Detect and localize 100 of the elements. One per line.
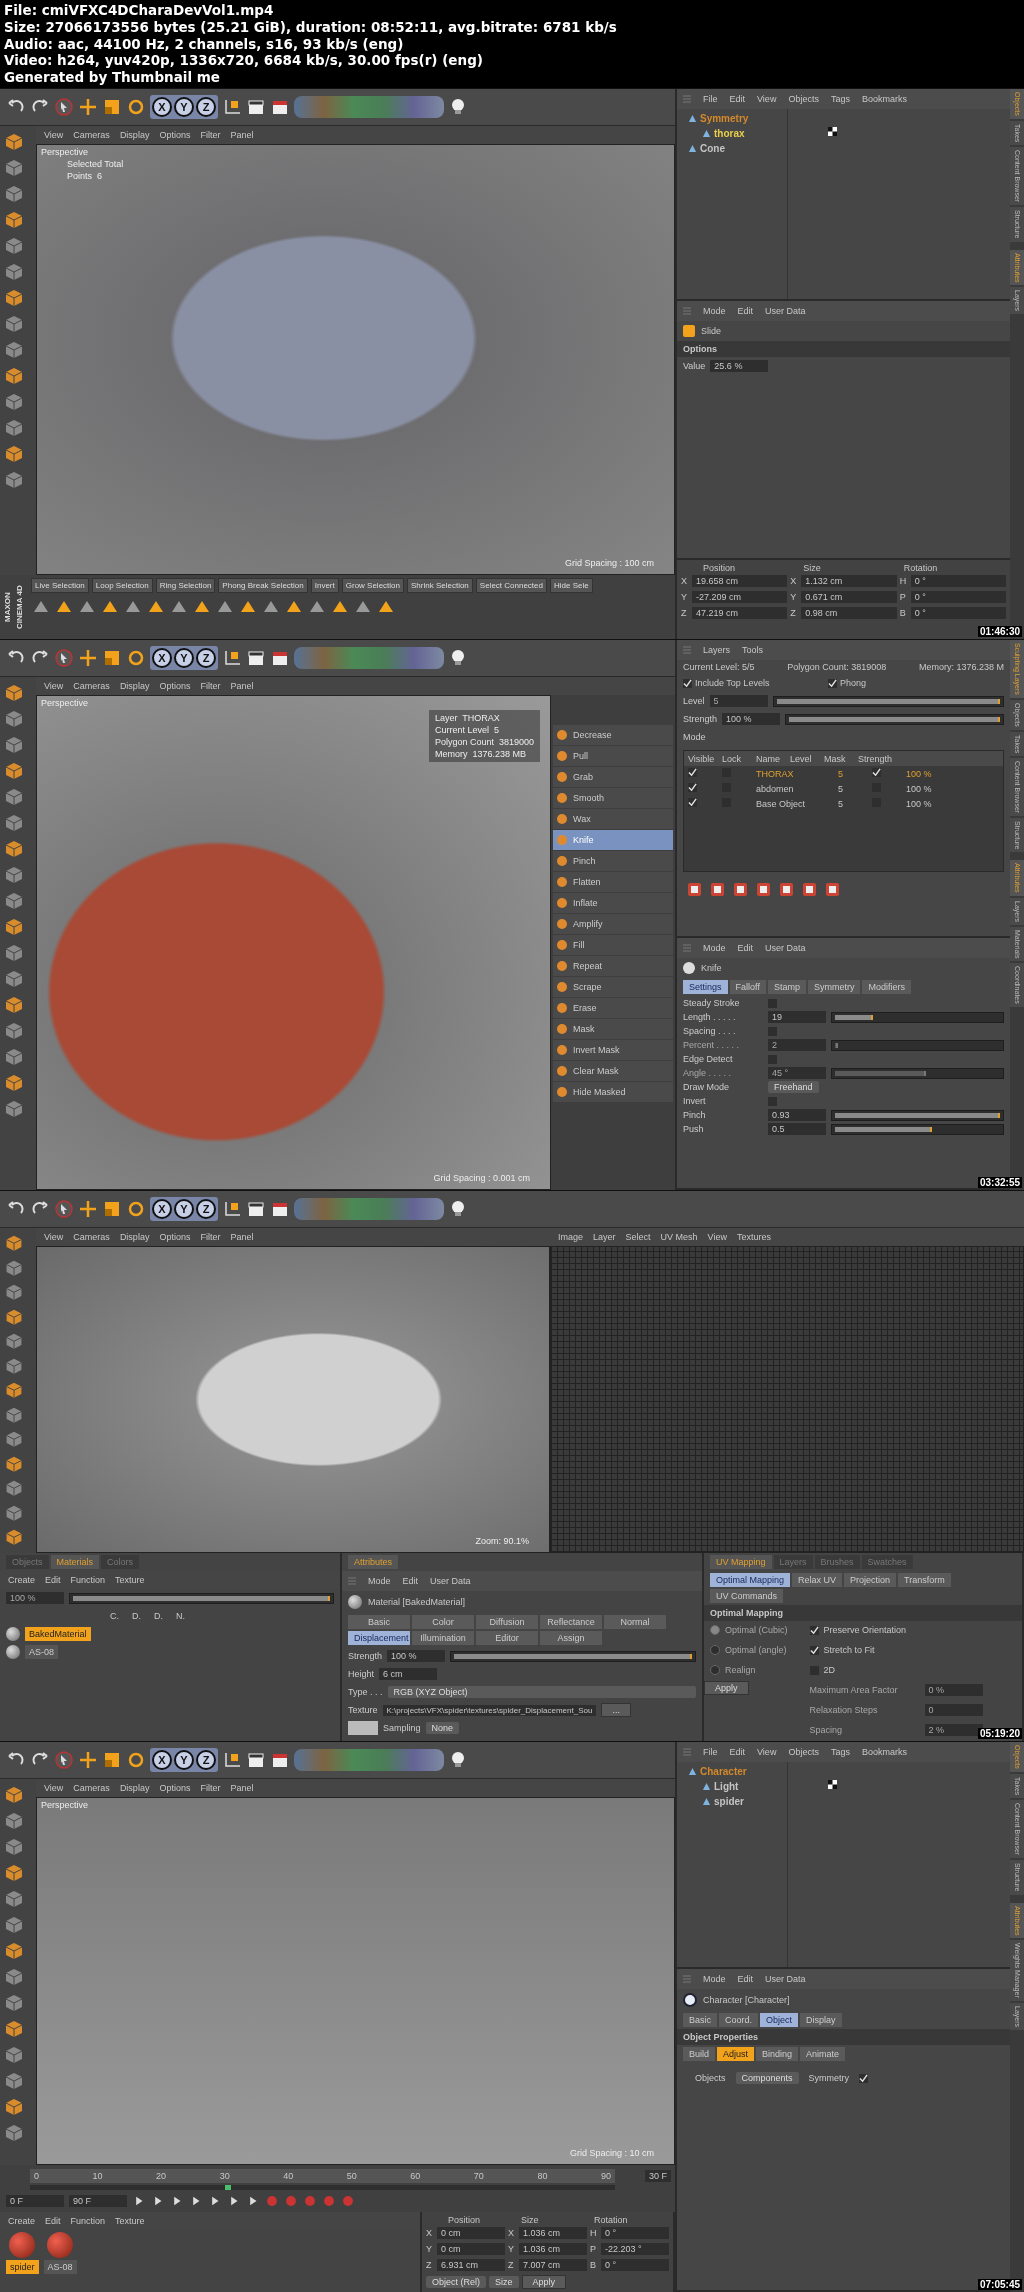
rotation-field[interactable]: 0 ° xyxy=(910,607,1006,619)
record-key-icon[interactable] xyxy=(341,2194,355,2208)
brush-item[interactable]: Wax xyxy=(553,809,673,829)
cube-icon[interactable] xyxy=(4,470,24,490)
dropdown[interactable]: Size xyxy=(489,2276,519,2288)
brush-item[interactable]: Clear Mask xyxy=(553,1061,673,1081)
cube-icon[interactable] xyxy=(4,813,24,833)
cursor-icon[interactable] xyxy=(54,1750,74,1770)
value-field[interactable]: 0.93 xyxy=(768,1109,826,1121)
cube-icon[interactable] xyxy=(4,683,24,703)
cube-icon[interactable] xyxy=(4,1381,24,1400)
cube-icon[interactable] xyxy=(4,1863,24,1883)
material-item[interactable]: AS-08 xyxy=(25,1645,58,1659)
checkbox[interactable] xyxy=(768,1026,777,1036)
coordinate-system-icon[interactable] xyxy=(222,1750,242,1770)
tab[interactable]: Illumination xyxy=(412,1631,474,1645)
value-field[interactable]: 0.5 xyxy=(768,1123,826,1135)
brush-item[interactable]: Grab xyxy=(553,767,673,787)
current-frame-field[interactable]: 30 F xyxy=(645,2170,671,2182)
brush-item[interactable]: Fill xyxy=(553,935,673,955)
cube-icon[interactable] xyxy=(4,735,24,755)
rotate-icon[interactable] xyxy=(126,1750,146,1770)
tab[interactable]: Attributes xyxy=(348,1555,399,1569)
brush-item[interactable]: Mask xyxy=(553,1019,673,1039)
scale-icon[interactable] xyxy=(102,97,122,117)
radio-button[interactable] xyxy=(710,1625,720,1635)
coordinate-system-icon[interactable] xyxy=(222,1199,242,1219)
menu-item[interactable]: Create xyxy=(8,1575,35,1585)
tab[interactable]: Display xyxy=(800,2013,842,2027)
position-field[interactable]: 47.219 cm xyxy=(692,607,788,619)
checkbox[interactable] xyxy=(768,1096,777,1106)
menu-item[interactable]: Texture xyxy=(115,2216,145,2226)
cube-icon[interactable] xyxy=(4,1021,24,1041)
cube-icon[interactable] xyxy=(4,1332,24,1351)
rotate-icon[interactable] xyxy=(126,1199,146,1219)
tab[interactable]: Optimal Mapping xyxy=(710,1573,791,1587)
slider-track[interactable] xyxy=(772,695,1004,707)
zoom-field[interactable]: 100 % xyxy=(6,1592,64,1604)
cube-icon[interactable] xyxy=(4,1099,24,1119)
menu-item[interactable]: Layers xyxy=(703,645,730,655)
dropdown[interactable]: RGB (XYZ Object) xyxy=(387,1686,696,1698)
axis-lock-button[interactable]: Z xyxy=(196,648,216,668)
start-frame-field[interactable]: 0 F xyxy=(6,2195,64,2207)
object-name[interactable]: thorax xyxy=(714,128,745,139)
checkbox[interactable] xyxy=(688,768,697,777)
browse-button[interactable]: ... xyxy=(601,1703,631,1717)
checkbox[interactable] xyxy=(683,678,692,688)
checkbox[interactable] xyxy=(688,798,697,807)
menu-item[interactable]: Layer xyxy=(593,1232,616,1242)
dropdown[interactable]: Components xyxy=(735,2072,799,2084)
cube-icon[interactable] xyxy=(4,1811,24,1831)
brush-item[interactable]: Amplify xyxy=(553,914,673,934)
cube-icon[interactable] xyxy=(4,1405,24,1425)
menu-item[interactable]: Cameras xyxy=(73,681,110,691)
cube-icon[interactable] xyxy=(4,943,24,963)
checkbox[interactable] xyxy=(872,768,881,777)
cube-icon[interactable] xyxy=(4,132,24,152)
cube-icon[interactable] xyxy=(4,1356,24,1376)
axis-lock-button[interactable]: Y xyxy=(174,1199,194,1219)
cube-icon[interactable] xyxy=(4,1915,24,1935)
menu-item[interactable]: Options xyxy=(159,1232,191,1242)
slider-track[interactable] xyxy=(69,1592,334,1604)
axis-lock-button[interactable]: Z xyxy=(196,1199,216,1219)
cursor-icon[interactable] xyxy=(54,97,74,117)
cube-icon[interactable] xyxy=(4,1785,24,1805)
tab[interactable]: Displacement xyxy=(348,1631,410,1645)
brush-item[interactable]: Decrease xyxy=(553,725,673,745)
menu-item[interactable]: Cameras xyxy=(73,1232,110,1242)
rotation-field[interactable]: 0 ° xyxy=(601,2259,669,2271)
size-field[interactable]: 7.007 cm xyxy=(519,2259,587,2271)
object-name[interactable]: spider xyxy=(714,1796,744,1807)
cube-icon[interactable] xyxy=(4,366,24,386)
clapperboard-icon[interactable] xyxy=(246,1750,266,1770)
menu-item[interactable]: Objects xyxy=(788,94,819,104)
scale-icon[interactable] xyxy=(102,1199,122,1219)
object-name[interactable]: Light xyxy=(714,1781,739,1792)
cube-icon[interactable] xyxy=(4,2097,24,2117)
axis-lock-button[interactable]: X xyxy=(152,1750,172,1770)
menu-item[interactable]: Filter xyxy=(200,1232,221,1242)
menu-item[interactable]: Filter xyxy=(200,681,221,691)
clapperboard-icon[interactable] xyxy=(246,97,266,117)
brush-item[interactable]: Flatten xyxy=(553,872,673,892)
tab[interactable]: Diffusion xyxy=(476,1615,538,1629)
menu-item[interactable]: Edit xyxy=(402,1576,419,1586)
rotate-icon[interactable] xyxy=(126,648,146,668)
cube-icon[interactable] xyxy=(4,158,24,178)
level-field[interactable]: 5 xyxy=(709,695,768,707)
timeline-track[interactable] xyxy=(30,2185,615,2190)
slider-track[interactable] xyxy=(831,1039,1004,1051)
move-icon[interactable] xyxy=(78,648,98,668)
material-item[interactable]: BakedMaterial xyxy=(25,1627,91,1641)
cube-icon[interactable] xyxy=(4,1837,24,1857)
menu-item[interactable]: Objects xyxy=(788,1747,819,1757)
selection-button[interactable]: Ring Selection xyxy=(155,578,216,593)
size-field[interactable]: 1.036 cm xyxy=(519,2243,587,2255)
brush-item[interactable]: Invert Mask xyxy=(553,1040,673,1060)
brush-item[interactable]: Erase xyxy=(553,998,673,1018)
cursor-icon[interactable] xyxy=(54,648,74,668)
cube-icon[interactable] xyxy=(4,184,24,204)
axis-lock-button[interactable]: X xyxy=(152,648,172,668)
